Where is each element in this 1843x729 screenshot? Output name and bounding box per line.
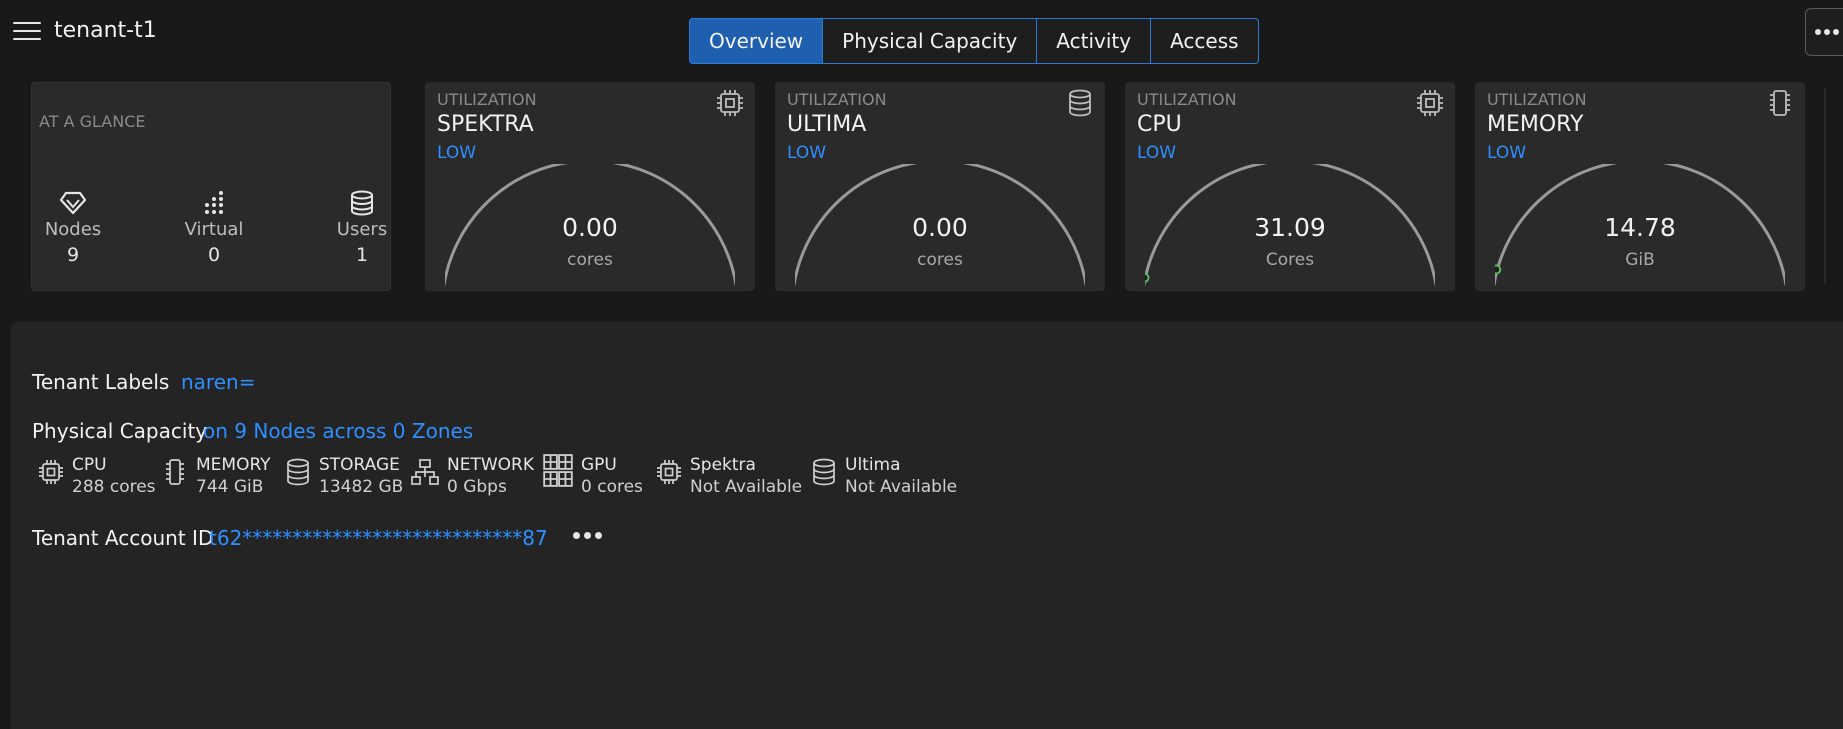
tab-overview[interactable]: Overview — [689, 18, 824, 64]
util-heading: UTILIZATION — [1137, 90, 1237, 109]
memory-icon — [166, 459, 184, 485]
hamburger-menu-icon[interactable] — [13, 22, 41, 42]
util-name: MEMORY — [1487, 112, 1584, 137]
stat-value: 0 — [207, 244, 221, 266]
capacity-name: MEMORY — [196, 455, 271, 475]
database-icon — [1069, 89, 1091, 117]
page-title: tenant-t1 — [54, 18, 157, 43]
more-dots-icon — [1815, 29, 1839, 35]
virtual-nodes-icon — [174, 189, 254, 217]
diamond-icon — [33, 189, 113, 217]
account-id-label: Tenant Account ID — [32, 526, 214, 550]
gauge-value: 31.09 — [1254, 213, 1326, 242]
stat-label: Nodes — [44, 219, 102, 240]
gauge-unit: Cores — [1265, 250, 1315, 270]
capacity-value: 0 Gbps — [447, 477, 507, 497]
util-level: LOW — [1487, 143, 1527, 163]
stat-label: Users — [336, 219, 388, 240]
stat-nodes[interactable]: Nodes 9 — [33, 189, 113, 266]
gauge-value: 0.00 — [912, 213, 968, 242]
capacity-value: 288 cores — [72, 477, 156, 497]
gauge-value: 0.00 — [562, 213, 618, 242]
capacity-cpu: CPU 288 cores — [38, 454, 156, 498]
utilization-card-memory[interactable]: UTILIZATION MEMORY LOW 14.78 GiB — [1475, 82, 1805, 291]
util-heading: UTILIZATION — [1487, 90, 1587, 109]
tab-bar: Overview Physical Capacity Activity Acce… — [689, 18, 1259, 64]
capacity-value: Not Available — [690, 477, 803, 497]
capacity-memory: MEMORY 744 GiB — [162, 454, 271, 498]
gpu-grid-icon — [543, 454, 573, 487]
util-heading: UTILIZATION — [787, 90, 887, 109]
capacity-name: STORAGE — [319, 455, 400, 475]
account-id-more-icon[interactable] — [573, 532, 602, 539]
stat-users[interactable]: Users 1 — [322, 189, 402, 266]
gauge-unit: GiB — [1625, 250, 1655, 270]
util-name: SPEKTRA — [437, 112, 534, 137]
utilization-card-cpu[interactable]: UTILIZATION CPU LOW 31.09 Cores — [1125, 82, 1455, 291]
capacity-gpu: GPU 0 cores — [543, 454, 643, 498]
account-id-value[interactable]: t62****************************87 — [209, 526, 548, 550]
at-a-glance-card: AT A GLANCE Nodes 9 Virtual 0 Users 1 — [31, 82, 391, 291]
database-icon — [287, 458, 309, 486]
capacity-name: NETWORK — [447, 455, 534, 475]
stat-value: 9 — [66, 244, 80, 266]
card-edge-divider — [1824, 88, 1826, 284]
gauge-unit: cores — [567, 250, 613, 270]
capacity-network: NETWORK 0 Gbps — [411, 454, 534, 498]
capacity-ultima: Ultima Not Available — [811, 454, 957, 498]
capacity-value: 0 cores — [581, 477, 643, 497]
capacity-name: GPU — [581, 455, 617, 475]
capacity-value: 13482 GB — [319, 477, 404, 497]
tab-activity[interactable]: Activity — [1036, 18, 1152, 64]
stat-virtual[interactable]: Virtual 0 — [174, 189, 254, 266]
chip-icon — [39, 460, 63, 484]
tenant-labels-label: Tenant Labels — [32, 370, 170, 394]
tab-physical-capacity[interactable]: Physical Capacity — [822, 18, 1038, 64]
tenant-details-panel: Tenant Labels naren= Physical Capacity o… — [11, 322, 1843, 729]
chip-icon — [1417, 90, 1443, 116]
database-icon — [322, 189, 402, 217]
util-level: LOW — [437, 143, 477, 163]
capacity-value: Not Available — [845, 477, 958, 497]
network-icon — [411, 459, 439, 485]
tab-access[interactable]: Access — [1150, 18, 1259, 64]
memory-icon — [1770, 90, 1790, 116]
capacity-name: Spektra — [690, 455, 756, 475]
util-name: ULTIMA — [787, 112, 867, 137]
gauge-unit: cores — [917, 250, 963, 270]
gauge-value: 14.78 — [1604, 213, 1676, 242]
capacity-name: Ultima — [845, 455, 901, 475]
utilization-card-ultima[interactable]: UTILIZATION ULTIMA LOW 0.00 cores — [775, 82, 1105, 291]
capacity-storage: STORAGE 13482 GB — [285, 454, 403, 498]
gauge-marker — [1145, 272, 1150, 283]
stat-value: 1 — [355, 244, 369, 266]
physical-capacity-link[interactable]: on 9 Nodes across 0 Zones — [203, 419, 473, 443]
utilization-card-spektra[interactable]: UTILIZATION SPEKTRA LOW 0.00 cores — [425, 82, 755, 291]
util-name: CPU — [1137, 112, 1182, 137]
util-level: LOW — [787, 143, 827, 163]
physical-capacity-label: Physical Capacity — [32, 419, 208, 443]
glance-title: AT A GLANCE — [39, 112, 146, 131]
util-level: LOW — [1137, 143, 1177, 163]
capacity-spektra: Spektra Not Available — [656, 454, 802, 498]
capacity-value: 744 GiB — [196, 477, 264, 497]
tenant-labels-value[interactable]: naren= — [181, 370, 255, 394]
chip-icon — [657, 460, 681, 484]
more-options-button[interactable] — [1805, 8, 1843, 56]
stat-label: Virtual — [184, 219, 244, 240]
database-icon — [813, 458, 835, 486]
util-heading: UTILIZATION — [437, 90, 537, 109]
capacity-name: CPU — [72, 455, 107, 475]
chip-icon — [717, 90, 743, 116]
top-bar: tenant-t1 Overview Physical Capacity Act… — [0, 0, 1843, 70]
